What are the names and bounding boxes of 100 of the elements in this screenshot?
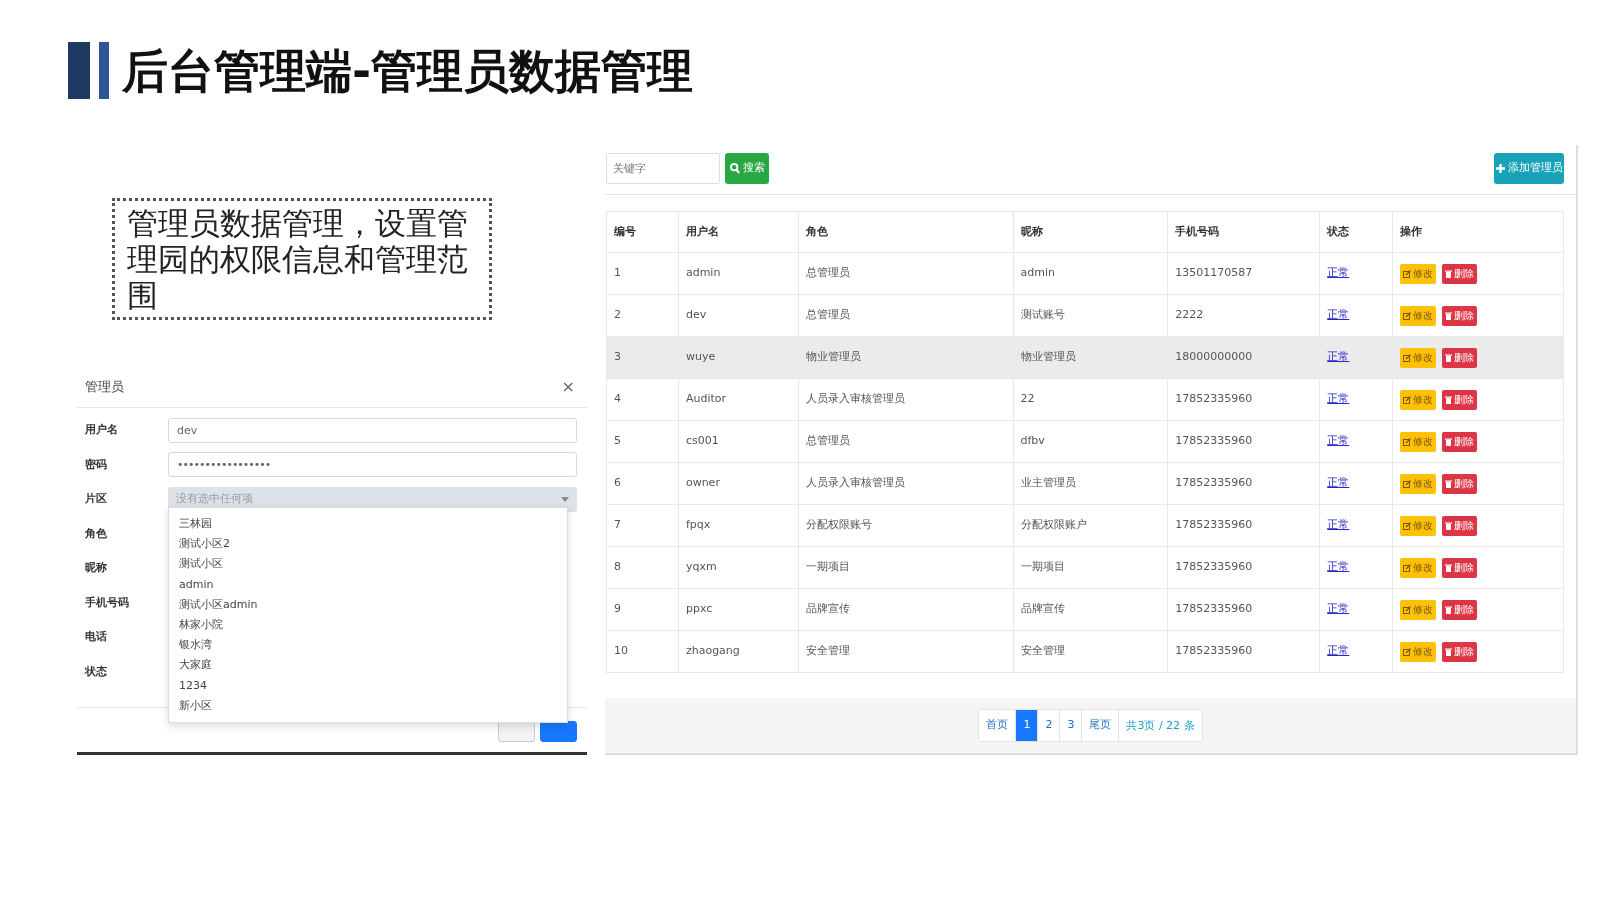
status-link[interactable]: 正常 (1327, 308, 1350, 322)
table-cell: 17852335960 (1167, 588, 1320, 631)
edit-button[interactable]: 修改 (1400, 473, 1437, 494)
table-cell: 13501170587 (1167, 252, 1320, 295)
table-cell: 2222 (1167, 294, 1320, 337)
table-cell: 17852335960 (1167, 462, 1320, 505)
dropdown-option[interactable]: 测试小区admin (169, 594, 567, 615)
delete-button[interactable]: 删除 (1442, 473, 1478, 494)
table-cell: 17852335960 (1167, 378, 1320, 421)
table-cell: 品牌宣传 (1013, 588, 1168, 631)
edit-button[interactable]: 修改 (1400, 515, 1437, 536)
table-cell: owner (678, 462, 799, 505)
edit-button[interactable]: 修改 (1400, 641, 1437, 662)
dropdown-option[interactable]: 大家庭 (169, 655, 567, 676)
page-link[interactable]: 1 (1016, 710, 1039, 741)
delete-button[interactable]: 删除 (1442, 557, 1478, 578)
edit-button[interactable]: 修改 (1400, 557, 1437, 578)
table-cell: 人员录入审核管理员 (798, 378, 1013, 421)
page-link[interactable]: 首页 (979, 710, 1017, 741)
delete-button[interactable]: 删除 (1442, 389, 1478, 410)
table-cell: 3 (606, 336, 679, 379)
delete-button[interactable]: 删除 (1442, 347, 1478, 368)
column-header: 用户名 (678, 211, 799, 253)
status-link[interactable]: 正常 (1327, 266, 1350, 280)
table-cell: dev (678, 294, 799, 337)
delete-button[interactable]: 删除 (1442, 515, 1478, 536)
search-button[interactable]: 搜索 (725, 153, 769, 184)
table-cell: 5 (606, 420, 679, 463)
edit-button[interactable]: 修改 (1400, 389, 1437, 410)
input-field[interactable]: dev (168, 417, 577, 443)
table-cell: 安全管理 (1013, 630, 1168, 673)
table-cell: 10 (606, 630, 679, 673)
table-cell: 一期项目 (798, 546, 1013, 589)
delete-button[interactable]: 删除 (1442, 305, 1478, 326)
status-link[interactable]: 正常 (1327, 560, 1350, 574)
search-field[interactable]: 关键字 (606, 153, 720, 184)
table-cell: 8 (606, 546, 679, 589)
trash-icon (1445, 521, 1453, 530)
status-link[interactable]: 正常 (1327, 518, 1350, 532)
dropdown-option[interactable]: 测试小区 (169, 554, 567, 575)
field-label: 角色 (85, 525, 108, 542)
delete-button[interactable]: 删除 (1442, 263, 1478, 284)
table-cell: dfbv (1013, 420, 1168, 463)
edit-button[interactable]: 修改 (1400, 263, 1437, 284)
table-cell: 2 (606, 294, 679, 337)
field-label: 昵称 (85, 560, 108, 576)
edit-button[interactable]: 修改 (1400, 431, 1437, 452)
status-link[interactable]: 正常 (1327, 476, 1350, 490)
table-cell: 分配权限账户 (1013, 504, 1168, 547)
table-cell: admin (678, 252, 799, 295)
column-header: 状态 (1319, 211, 1393, 253)
edit-icon (1403, 437, 1412, 446)
edit-icon (1403, 311, 1412, 320)
table-cell: 18000000000 (1167, 336, 1320, 379)
table-cell: 总管理员 (798, 420, 1013, 463)
delete-button[interactable]: 删除 (1442, 599, 1478, 620)
dropdown-option[interactable]: 新小区 (169, 695, 567, 716)
table-cell: 总管理员 (798, 252, 1013, 295)
dropdown-option[interactable]: 测试小区2 (169, 534, 567, 555)
save-button[interactable] (540, 721, 577, 742)
dropdown-option[interactable]: admin (169, 574, 567, 595)
table-cell: 17852335960 (1167, 420, 1320, 463)
table-cell: 品牌宣传 (798, 588, 1013, 631)
search-icon (729, 163, 740, 174)
add-button[interactable]: 添加管理员 (1494, 153, 1564, 184)
field-label: 电话 (85, 629, 108, 645)
table-cell: fpqx (678, 504, 799, 547)
table-cell: 人员录入审核管理员 (798, 462, 1013, 505)
status-link[interactable]: 正常 (1327, 644, 1350, 658)
dropdown-option[interactable]: 1234 (169, 675, 567, 696)
delete-button[interactable]: 删除 (1442, 641, 1478, 662)
table-cell: cs001 (678, 420, 799, 463)
table-cell: 7 (606, 504, 679, 547)
dropdown-option[interactable]: 银水湾 (169, 635, 567, 656)
field-label: 手机号码 (85, 594, 130, 611)
edit-button[interactable]: 修改 (1400, 599, 1437, 620)
dropdown-option[interactable]: 林家小院 (169, 614, 567, 636)
field-label: 用户名 (85, 422, 119, 438)
edit-button[interactable]: 修改 (1400, 305, 1437, 326)
status-link[interactable]: 正常 (1327, 350, 1350, 364)
status-link[interactable]: 正常 (1327, 602, 1350, 616)
table-cell: 6 (606, 462, 679, 505)
edit-button[interactable]: 修改 (1400, 347, 1437, 368)
field-label: 密码 (85, 456, 108, 473)
table-cell: 17852335960 (1167, 546, 1320, 589)
title-bar-mark (68, 42, 90, 99)
dropdown-option[interactable]: 三林园 (169, 514, 567, 535)
status-link[interactable]: 正常 (1327, 434, 1350, 448)
table-cell: admin (1013, 252, 1168, 295)
status-link[interactable]: 正常 (1327, 392, 1350, 406)
trash-icon (1445, 479, 1453, 488)
table-cell: wuye (678, 336, 799, 379)
column-header: 操作 (1392, 211, 1564, 253)
delete-button[interactable]: 删除 (1442, 431, 1478, 452)
edit-icon (1403, 563, 1412, 572)
password-field[interactable]: ••••••••••••••••• (168, 452, 577, 478)
plus-icon (1495, 164, 1505, 173)
close-button[interactable]: × (557, 379, 579, 395)
edit-icon (1403, 647, 1412, 656)
trash-icon (1445, 395, 1453, 404)
